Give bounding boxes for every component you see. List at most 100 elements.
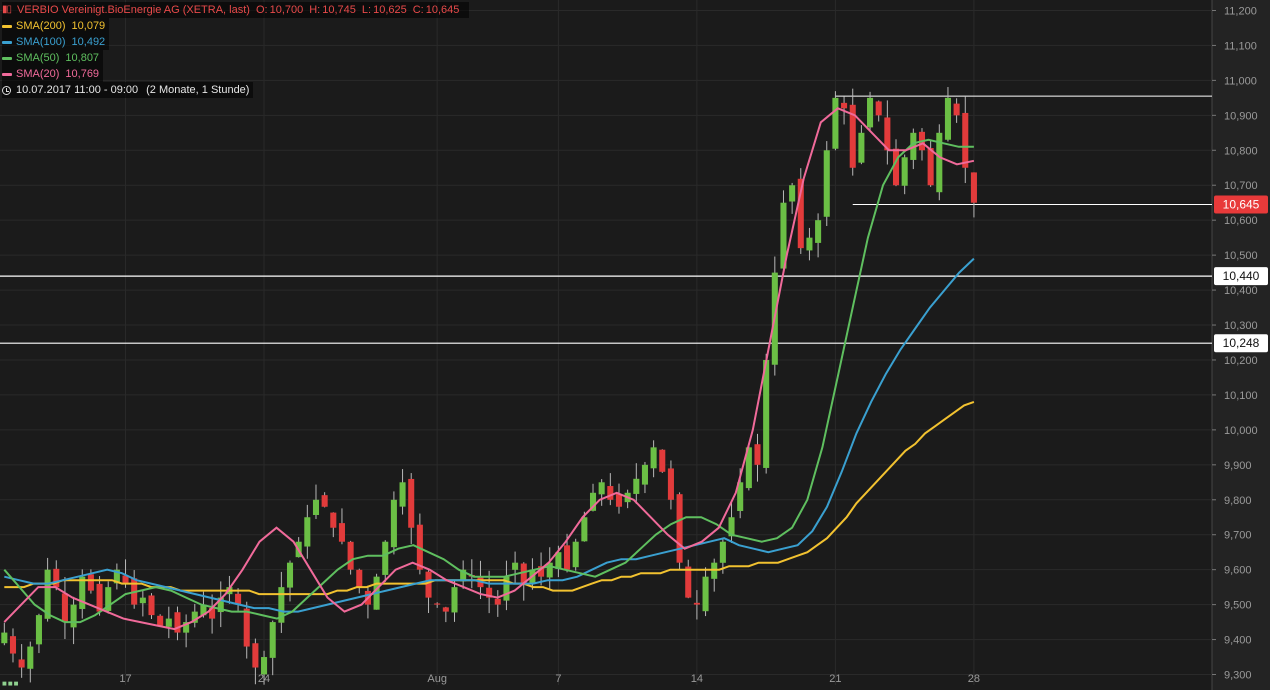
- candle-down: [321, 495, 328, 507]
- candle-down: [875, 101, 882, 116]
- candle-down: [252, 643, 259, 668]
- candle-down: [61, 593, 68, 623]
- y-tick-label: 9,900: [1224, 460, 1252, 472]
- candle-up: [572, 541, 579, 568]
- y-tick-label: 10,700: [1224, 180, 1258, 192]
- candle-up: [823, 150, 830, 217]
- candle-up: [399, 482, 406, 507]
- sma20-swatch: [2, 72, 12, 76]
- candle-down: [676, 494, 683, 563]
- candle-down: [408, 478, 415, 528]
- time-range: 10.07.2017 11:00 - 09:00: [16, 84, 139, 96]
- ohlc-open-value: 10,700: [269, 4, 304, 16]
- candle-up: [512, 562, 519, 570]
- candle-up: [901, 157, 908, 186]
- candle-down: [693, 602, 700, 605]
- ohlc-high-label: H:: [309, 4, 321, 16]
- candle-down: [157, 615, 164, 626]
- candle-up: [35, 615, 42, 645]
- y-tick-label: 9,500: [1224, 600, 1252, 612]
- y-tick-label: 9,400: [1224, 635, 1252, 647]
- candle-up: [269, 622, 276, 658]
- candle-down: [564, 545, 571, 570]
- candle-down: [347, 541, 354, 570]
- price-label-value: 10,248: [1223, 336, 1260, 350]
- sma100-value: 10,492: [71, 36, 106, 48]
- candle-down: [53, 568, 60, 588]
- chart-background: [0, 0, 1270, 690]
- x-tick-label: 21: [829, 673, 841, 685]
- candle-down: [659, 449, 666, 472]
- time-range-row: 10.07.2017 11:00 - 09:00 (2 Monate, 1 St…: [2, 82, 254, 98]
- y-tick-label: 11,100: [1224, 40, 1257, 52]
- candle-up: [633, 478, 640, 494]
- x-tick-label: 28: [968, 673, 980, 685]
- candle-up: [261, 657, 268, 675]
- candlestick-logo-icon: ▮▯: [2, 4, 12, 15]
- candle-up: [702, 576, 709, 612]
- y-tick-label: 9,300: [1224, 670, 1252, 682]
- x-tick-label: Aug: [427, 673, 447, 685]
- candle-down: [927, 148, 934, 186]
- candle-up: [650, 447, 657, 469]
- y-tick-label: 10,800: [1224, 145, 1258, 157]
- legend-sma20[interactable]: SMA(20) 10,769: [2, 66, 104, 82]
- ohlc-low-label: L:: [361, 4, 372, 16]
- instrument-title: VERBIO Vereinigt.BioEnergie AG (XETRA, l…: [17, 4, 250, 16]
- chart-legend: ▮▯ VERBIO Vereinigt.BioEnergie AG (XETRA…: [2, 2, 470, 98]
- candle-up: [641, 464, 648, 485]
- y-tick-label: 9,600: [1224, 565, 1252, 577]
- candle-down: [615, 494, 623, 507]
- legend-sma50[interactable]: SMA(50) 10,807: [2, 50, 104, 66]
- candle-up: [1, 632, 8, 644]
- legend-sma100[interactable]: SMA(100) 10,492: [2, 34, 110, 50]
- candle-down: [330, 512, 337, 528]
- candle-down: [962, 112, 969, 168]
- y-tick-label: 10,100: [1224, 390, 1258, 402]
- candle-up: [451, 587, 458, 613]
- candle-up: [390, 499, 397, 548]
- candle-up: [382, 541, 389, 575]
- price-label-value: 10,645: [1223, 197, 1260, 211]
- x-tick-label: 14: [691, 673, 703, 685]
- candle-up: [312, 499, 320, 516]
- y-tick-label: 10,000: [1224, 425, 1258, 437]
- candle-up: [70, 604, 77, 628]
- candle-down: [667, 468, 674, 500]
- candle-down: [87, 574, 94, 591]
- candle-up: [139, 597, 146, 604]
- sma50-swatch: [2, 56, 12, 60]
- candle-down: [18, 659, 25, 668]
- period-label: (2 Monate, 1 Stunde): [146, 84, 250, 96]
- y-tick-label: 10,400: [1224, 285, 1258, 297]
- candle-down: [9, 636, 17, 654]
- candle-up: [581, 517, 588, 542]
- candle-up: [711, 562, 718, 579]
- y-tick-label: 11,000: [1224, 75, 1257, 87]
- instrument-header: ▮▯ VERBIO Vereinigt.BioEnergie AG (XETRA…: [2, 2, 470, 18]
- candle-down: [442, 607, 449, 612]
- y-tick-label: 10,300: [1224, 320, 1258, 332]
- y-tick-label: 10,200: [1224, 355, 1258, 367]
- candle-up: [867, 97, 874, 128]
- y-tick-label: 11,200: [1224, 5, 1257, 17]
- candle-up: [806, 237, 813, 251]
- candle-up: [304, 517, 311, 547]
- price-chart[interactable]: 9,300 9,400 9,500 9,600 9,700 9,800 9,900 10,00…: [0, 0, 1270, 690]
- sma20-value: 10,769: [65, 68, 100, 80]
- candle-down: [338, 523, 345, 542]
- y-tick-label: 10,500: [1224, 250, 1258, 262]
- legend-sma200[interactable]: SMA(200) 10,079: [2, 18, 110, 34]
- toolbar-dots-icon[interactable]: ■■■: [2, 679, 20, 688]
- ohlc-high-value: 10,745: [322, 4, 356, 16]
- candle-up: [858, 132, 865, 163]
- candle-down: [953, 103, 960, 116]
- price-label-value: 10,440: [1223, 269, 1260, 283]
- candle-up: [286, 562, 294, 588]
- x-tick-label: 17: [119, 673, 131, 685]
- candle-down: [754, 444, 761, 465]
- sma200-swatch: [2, 24, 12, 28]
- y-tick-label: 9,800: [1224, 495, 1252, 507]
- candle-down: [434, 603, 441, 605]
- candle-down: [148, 595, 155, 616]
